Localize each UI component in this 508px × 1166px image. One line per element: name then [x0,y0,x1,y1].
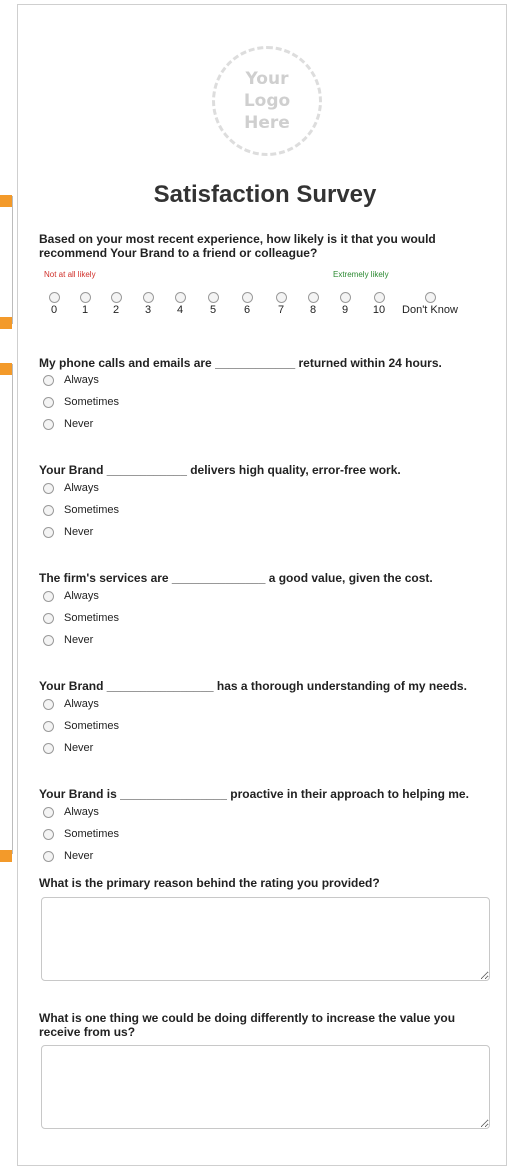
choice-always[interactable]: Always [43,806,99,818]
radio-circle-icon[interactable] [43,374,54,386]
radio-circle-icon[interactable] [43,720,54,732]
radio-circle-icon[interactable] [43,482,54,494]
radio-circle-icon[interactable] [43,504,54,516]
radio-circle-icon[interactable] [43,806,54,818]
choice-never[interactable]: Never [43,634,93,646]
choice-never[interactable]: Never [43,526,93,538]
question-2: Your Brand ____________ delivers high qu… [39,463,401,477]
side-rule [12,196,13,324]
radio-circle-icon[interactable] [110,292,122,303]
question-1: My phone calls and emails are __________… [39,356,442,370]
nps-option[interactable]: 10 [359,292,399,316]
question-5: Your Brand is ________________ proactive… [39,787,469,801]
radio-circle-icon[interactable] [43,634,54,646]
radio-circle-icon[interactable] [43,698,54,710]
question-3: The firm's services are ______________ a… [39,571,433,585]
choice-sometimes[interactable]: Sometimes [43,396,119,408]
radio-circle-icon[interactable] [79,292,91,303]
question-4: Your Brand ________________ has a thorou… [39,679,467,693]
open-question-1: What is the primary reason behind the ra… [39,876,380,890]
side-rule [12,364,13,854]
radio-circle-icon[interactable] [241,292,253,303]
choice-never[interactable]: Never [43,418,93,430]
choice-sometimes[interactable]: Sometimes [43,720,119,732]
improvement-textarea[interactable] [41,1045,490,1129]
survey-card [17,4,507,1166]
radio-circle-icon[interactable] [43,418,54,430]
choice-sometimes[interactable]: Sometimes [43,504,119,516]
radio-circle-icon[interactable] [48,292,60,303]
section-marker [0,363,12,375]
page-title: Satisfaction Survey [153,181,377,208]
radio-circle-icon[interactable] [339,292,351,303]
radio-circle-icon[interactable] [307,292,319,303]
logo-text: Your Logo Here [243,69,291,133]
radio-circle-icon[interactable] [43,742,54,754]
radio-circle-icon[interactable] [43,850,54,862]
reason-textarea[interactable] [41,897,490,981]
radio-circle-icon[interactable] [174,292,186,303]
choice-always[interactable]: Always [43,698,99,710]
choice-always[interactable]: Always [43,590,99,602]
radio-circle-icon[interactable] [43,828,54,840]
radio-circle-icon[interactable] [43,612,54,624]
open-question-2: What is one thing we could be doing diff… [39,1011,456,1039]
radio-circle-icon[interactable] [207,292,219,303]
choice-sometimes[interactable]: Sometimes [43,828,119,840]
radio-circle-icon[interactable] [275,292,287,303]
choice-always[interactable]: Always [43,482,99,494]
radio-circle-icon[interactable] [373,292,385,303]
nps-high-label: Extremely likely [333,270,389,279]
logo-placeholder: Your Logo Here [212,46,322,156]
radio-circle-icon[interactable] [142,292,154,303]
choice-always[interactable]: Always [43,374,99,386]
radio-circle-icon[interactable] [43,526,54,538]
nps-question: Based on your most recent experience, ho… [39,232,436,260]
radio-circle-icon[interactable] [424,292,436,303]
radio-circle-icon[interactable] [43,590,54,602]
choice-sometimes[interactable]: Sometimes [43,612,119,624]
radio-circle-icon[interactable] [43,396,54,408]
nps-option-dont-know[interactable]: Don't Know [400,292,460,316]
section-marker [0,317,12,329]
choice-never[interactable]: Never [43,742,93,754]
choice-never[interactable]: Never [43,850,93,862]
nps-low-label: Not at all likely [44,270,96,279]
section-marker [0,850,12,862]
